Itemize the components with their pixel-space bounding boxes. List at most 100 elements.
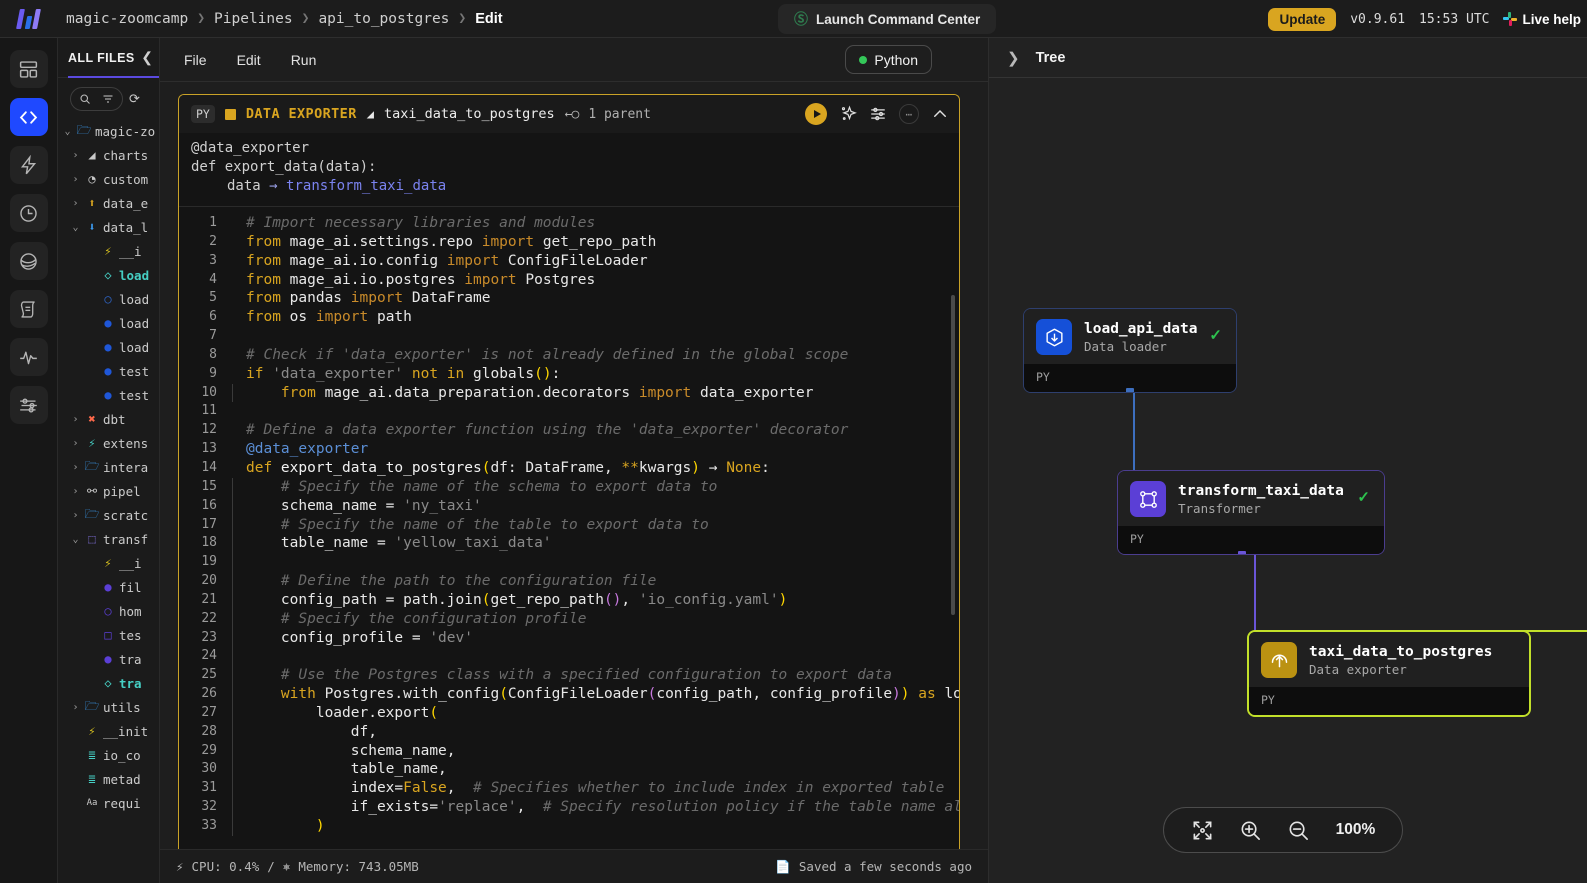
file-tree-row[interactable]: Aa requi [58,791,159,815]
menu-run[interactable]: Run [281,48,327,72]
chevron-right-icon[interactable]: › [70,414,81,425]
file-tree-row[interactable]: ○ hom [58,599,159,623]
code-line-text[interactable]: def export_data_to_postgres(df: DataFram… [231,459,770,478]
lightning-icon-button[interactable] [9,146,48,184]
pipeline-canvas[interactable]: load_api_data Data loader ✓ PY transform… [989,78,1587,883]
file-tree-row[interactable]: › ✖ dbt [58,407,159,431]
code-line-text[interactable] [231,553,246,572]
filter-icon[interactable] [102,93,114,105]
file-tree-row[interactable]: › 🗁 intera [58,455,159,479]
code-line-text[interactable]: table_name, [231,760,447,780]
live-help-button[interactable]: Live help [1503,12,1581,27]
code-line-text[interactable]: if_exists='replace', # Specify resolutio… [231,798,959,817]
file-tree-row[interactable]: › 🗁 utils [58,695,159,719]
file-tree-row[interactable]: ⚡ __init [58,719,159,743]
code-line-text[interactable]: index=False, # Specifies whether to incl… [231,779,944,799]
app-logo[interactable] [0,8,58,29]
code-content[interactable]: 1 # Import necessary libraries and module… [179,207,959,836]
update-button[interactable]: Update [1268,7,1337,31]
chevron-right-icon[interactable]: › [70,702,81,713]
file-tree-row[interactable]: ● test [58,359,159,383]
code-line-text[interactable]: from pandas import DataFrame [231,289,490,308]
file-tree-row[interactable]: ○ load [58,287,159,311]
code-line-text[interactable] [231,327,246,346]
file-tree-row[interactable]: ≣ metad [58,767,159,791]
block-settings-button[interactable] [869,105,887,123]
file-tree-row[interactable]: ⌄ 🗁 magic-zo [58,119,159,143]
zoom-level-label[interactable]: 100% [1336,821,1376,839]
code-line-text[interactable]: with Postgres.with_config(ConfigFileLoad… [231,685,959,704]
sliders-icon-button[interactable] [9,386,48,424]
code-line-text[interactable]: if 'data_exporter' not in globals(): [231,365,560,384]
file-tree-row[interactable]: › 🗁 scratc [58,503,159,527]
file-tree-row[interactable]: ● fil [58,575,159,599]
dashboard-icon-button[interactable] [9,50,48,88]
chevron-right-icon[interactable]: ❯ [1007,49,1020,67]
block-name[interactable]: taxi_data_to_postgres [384,106,555,122]
code-line-text[interactable]: config_path = path.join(get_repo_path(),… [231,590,787,610]
file-tree-row[interactable]: ● tra [58,647,159,671]
chevron-right-icon[interactable]: › [70,486,81,497]
pulse-icon-button[interactable] [9,338,48,376]
breadcrumb-item-edit[interactable]: Edit [475,11,502,27]
file-tree-row[interactable]: ◇ tra [58,671,159,695]
file-tree-row[interactable]: › ◢ charts [58,143,159,167]
code-line-text[interactable]: schema_name = 'ny_taxi' [231,496,482,516]
pipeline-node-transform-taxi-data[interactable]: transform_taxi_data Transformer ✓ PY [1117,470,1385,555]
code-line-text[interactable]: from mage_ai.io.config import ConfigFile… [231,252,648,271]
kernel-status-badge[interactable]: Python [845,45,932,74]
file-tree-row[interactable]: □ tes [58,623,159,647]
chevron-right-icon[interactable]: › [70,198,81,209]
code-line-text[interactable]: # Check if 'data_exporter' is not alread… [231,346,848,365]
code-line-text[interactable]: from mage_ai.settings.repo import get_re… [231,233,656,252]
code-line-text[interactable]: # Define a data exporter function using … [231,421,848,440]
zoom-out-button[interactable] [1287,819,1310,842]
chevron-down-icon[interactable]: ⌄ [62,126,73,137]
ai-sparkle-button[interactable] [839,105,857,123]
breadcrumb-item-pipelines[interactable]: Pipelines [214,11,293,27]
chevron-right-icon[interactable]: › [70,510,81,521]
chevron-left-icon[interactable]: ❮ [141,49,153,66]
chevron-right-icon[interactable]: › [70,150,81,161]
chevron-down-icon[interactable]: ⌄ [70,222,81,233]
zoom-in-button[interactable] [1239,819,1262,842]
editor-vertical-scrollbar[interactable] [951,295,955,615]
fit-to-screen-button[interactable] [1191,819,1214,842]
file-tree-row[interactable]: ● test [58,383,159,407]
code-line-text[interactable]: config_profile = 'dev' [231,628,473,648]
chevron-right-icon[interactable]: › [70,438,81,449]
pipeline-node-taxi-data-to-postgres[interactable]: taxi_data_to_postgres Data exporter PY [1247,630,1531,717]
run-block-button[interactable] [805,103,827,125]
block-parent-count[interactable]: 1 parent [588,107,651,122]
code-icon-button[interactable] [9,98,48,136]
file-tree-row[interactable]: › ◔ custom [58,167,159,191]
code-line-text[interactable]: @data_exporter [231,440,368,459]
file-tree-row[interactable]: › ⚡ extens [58,431,159,455]
code-line-text[interactable]: from mage_ai.data_preparation.decorators… [231,383,813,403]
file-tree-row[interactable]: ⌄ ⬚ transf [58,527,159,551]
code-line-text[interactable] [231,402,246,421]
chevron-down-icon[interactable]: ⌄ [70,534,81,545]
file-tree-row[interactable]: ◇ load [58,263,159,287]
pipeline-node-load-api-data[interactable]: load_api_data Data loader ✓ PY [1023,308,1237,393]
logs-icon-button[interactable] [9,290,48,328]
code-line-text[interactable]: table_name = 'yellow_taxi_data' [231,534,552,554]
search-input[interactable] [70,87,123,111]
code-line-text[interactable]: # Specify the name of the schema to expo… [231,477,717,497]
code-line-text[interactable]: schema_name, [231,741,456,761]
chevron-right-icon[interactable]: › [70,174,81,185]
code-line-text[interactable]: # Specify the configuration profile [231,609,586,629]
code-line-text[interactable]: df, [231,722,377,742]
code-line-text[interactable]: loader.export( [231,703,438,723]
code-line-text[interactable] [231,647,246,667]
file-tree-row[interactable]: ⌄ ⬇ data_l [58,215,159,239]
file-tree-row[interactable]: ≣ io_co [58,743,159,767]
chevron-right-icon[interactable]: › [70,462,81,473]
code-line-text[interactable]: ) [231,817,325,836]
node-output-port[interactable] [1126,388,1134,392]
menu-edit[interactable]: Edit [227,48,271,72]
code-line-text[interactable]: # Define the path to the configuration f… [231,572,656,591]
clock-icon-button[interactable] [9,194,48,232]
file-tree-row[interactable]: ⚡ __i [58,239,159,263]
code-line-text[interactable]: # Import necessary libraries and modules [231,214,595,233]
